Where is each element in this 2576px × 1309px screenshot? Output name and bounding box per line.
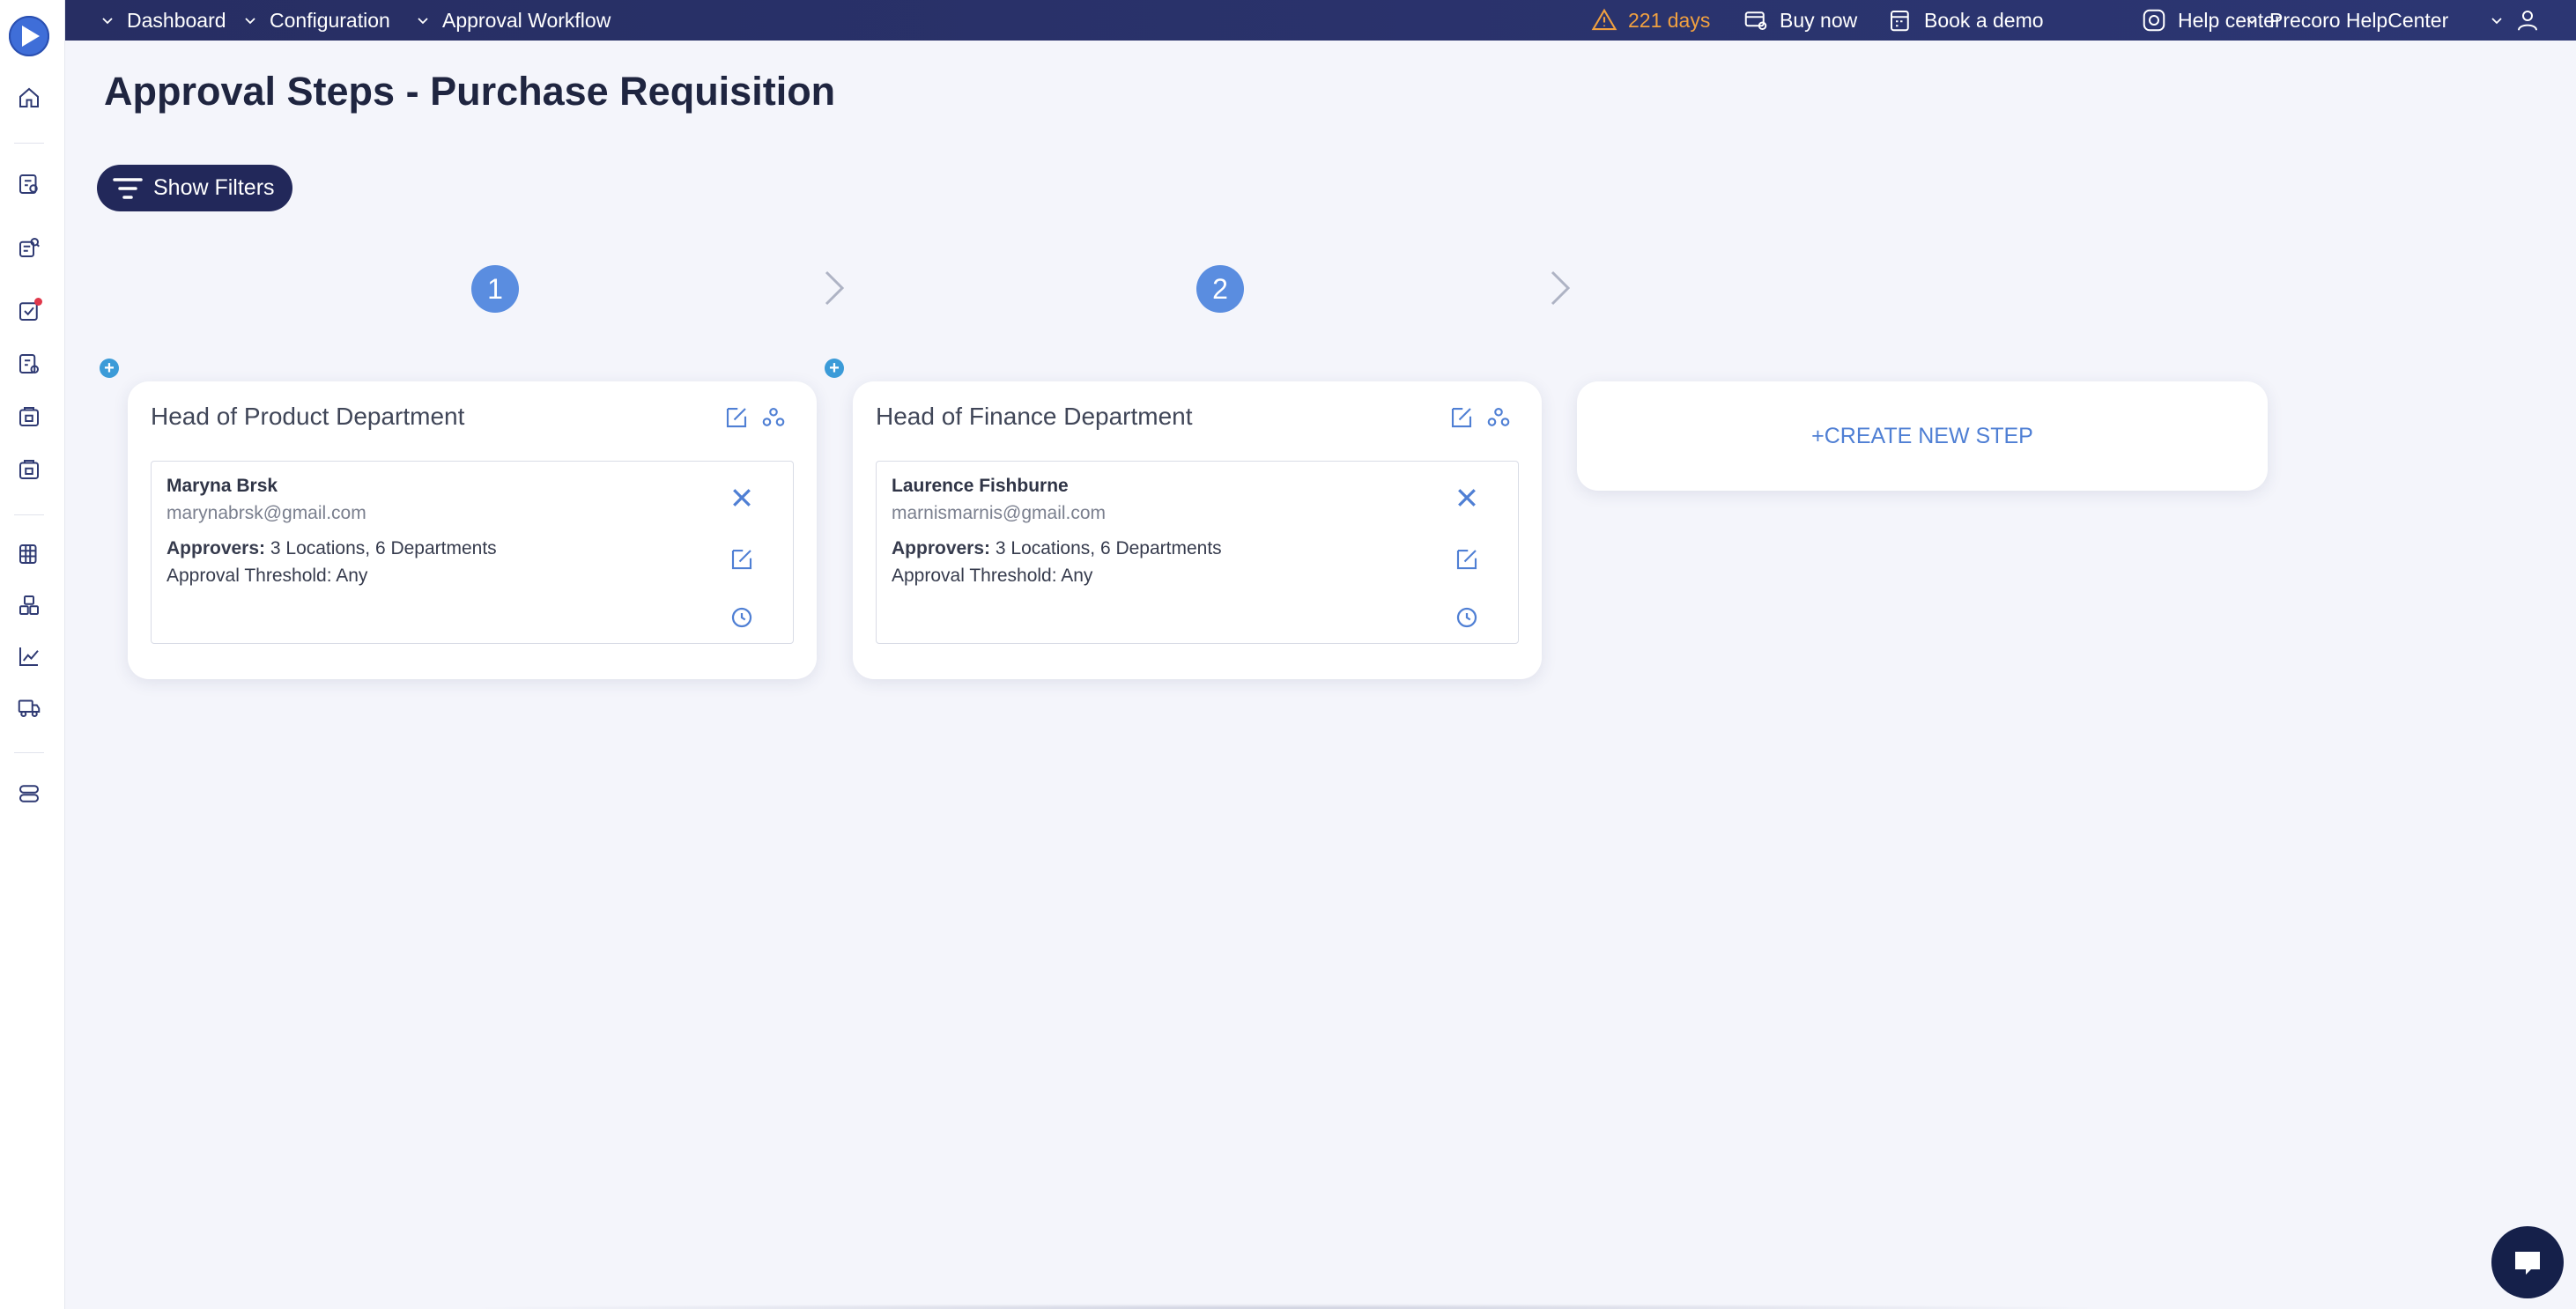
approvers-label: Approvers: <box>892 538 991 558</box>
chevron-down-icon <box>418 18 428 25</box>
settings-icon[interactable] <box>14 779 44 809</box>
add-step-before-1-button[interactable]: + <box>100 359 119 378</box>
delivery-icon[interactable] <box>14 692 44 722</box>
breadcrumb-label: Configuration <box>270 8 390 32</box>
items-icon[interactable] <box>14 590 44 620</box>
approval-icon[interactable] <box>14 296 44 326</box>
account-label: Precoro HelpCenter <box>2269 8 2449 32</box>
approver-name: Maryna Brsk <box>167 476 278 496</box>
notification-dot <box>34 298 42 306</box>
requisition-icon[interactable] <box>14 169 44 199</box>
chat-icon <box>2515 1252 2540 1275</box>
breadcrumb-label: Approval Workflow <box>442 8 611 32</box>
calendar-icon <box>1891 11 1909 32</box>
approvers-group-icon[interactable] <box>1485 404 1512 431</box>
user-icon <box>2518 11 2537 31</box>
buy-now-label: Buy now <box>1780 8 1858 32</box>
warehouse-icon[interactable] <box>14 455 44 484</box>
approvers-label: Approvers: <box>167 538 266 558</box>
chevron-right-icon <box>1551 270 1571 306</box>
step-number-2: 2 <box>1196 265 1244 313</box>
clock-icon[interactable] <box>729 604 755 631</box>
approver-name: Laurence Fishburne <box>892 476 1069 496</box>
chevron-down-icon <box>245 18 255 25</box>
breadcrumb-dashboard[interactable]: Dashboard <box>100 0 226 41</box>
approvers-scope: Approvers: 3 Locations, 6 Departments <box>892 538 1222 559</box>
logo-icon[interactable] <box>9 16 49 56</box>
lifebuoy-icon <box>2143 9 2165 32</box>
book-demo-label: Book a demo <box>1924 8 2044 32</box>
user-menu[interactable] <box>2490 0 2541 41</box>
page-title: Approval Steps - Purchase Requisition <box>104 69 836 114</box>
budget-icon[interactable] <box>14 539 44 569</box>
trial-days-text: 221 days <box>1628 8 1711 32</box>
approver-entry: Laurence Fishburne marnismarnis@gmail.co… <box>876 461 1519 644</box>
buy-icon <box>1744 11 1767 30</box>
edit-icon[interactable] <box>1448 404 1475 431</box>
filter-icon <box>113 177 143 199</box>
show-filters-button[interactable]: Show Filters <box>97 165 292 211</box>
chevron-down-icon <box>2247 18 2257 25</box>
approval-threshold: Approval Threshold: Any <box>892 566 1093 586</box>
bottom-panel-shadow <box>458 1304 2114 1309</box>
approvers-scope: Approvers: 3 Locations, 6 Departments <box>167 538 497 559</box>
top-bar: Dashboard Configuration Approval Workflo… <box>65 0 2576 41</box>
invoice-icon[interactable] <box>14 349 44 379</box>
approver-email: marnismarnis@gmail.com <box>892 503 1107 523</box>
approver-entry: Maryna Brsk marynabrsk@gmail.com Approve… <box>151 461 794 644</box>
add-step-before-2-button[interactable]: + <box>825 359 844 378</box>
step-card-2: Head of Finance Department Laurence Fish… <box>853 381 1542 679</box>
approvers-value: 3 Locations, 6 Departments <box>270 538 497 558</box>
clock-icon[interactable] <box>1454 604 1480 631</box>
book-demo-link[interactable]: Book a demo <box>1887 0 2044 41</box>
account-menu[interactable]: Precoro HelpCenter <box>2245 0 2448 41</box>
approval-threshold: Approval Threshold: Any <box>167 566 368 586</box>
approver-email: marynabrsk@gmail.com <box>167 503 366 523</box>
breadcrumb-configuration[interactable]: Configuration <box>243 0 390 41</box>
create-new-step-label: +CREATE NEW STEP <box>1811 423 2033 448</box>
warning-icon <box>1591 8 1617 31</box>
step-number-1: 1 <box>471 265 519 313</box>
edit-icon[interactable] <box>729 546 755 573</box>
supplier-icon[interactable] <box>14 233 44 263</box>
chat-support-button[interactable] <box>2491 1226 2564 1298</box>
step-title: Head of Product Department <box>151 403 465 430</box>
sidebar <box>0 0 65 1309</box>
receipt-icon[interactable] <box>14 402 44 432</box>
step-card-1: Head of Product Department Maryna Brsk m… <box>128 381 817 679</box>
close-icon[interactable] <box>729 484 755 511</box>
analytics-icon[interactable] <box>14 641 44 671</box>
show-filters-label: Show Filters <box>153 175 275 200</box>
approvers-value: 3 Locations, 6 Departments <box>995 538 1222 558</box>
chevron-down-icon <box>2491 18 2502 25</box>
trial-days-indicator[interactable]: 221 days <box>1591 0 1710 41</box>
breadcrumb-approval-workflow[interactable]: Approval Workflow <box>416 0 611 41</box>
breadcrumb-label: Dashboard <box>127 8 226 32</box>
chevron-right-icon <box>825 270 845 306</box>
create-new-step-button[interactable]: +CREATE NEW STEP <box>1577 381 2268 491</box>
home-icon[interactable] <box>14 83 44 113</box>
edit-icon[interactable] <box>1454 546 1480 573</box>
step-title: Head of Finance Department <box>876 403 1193 430</box>
close-icon[interactable] <box>1454 484 1480 511</box>
chevron-down-icon <box>102 18 113 25</box>
approvers-group-icon[interactable] <box>760 404 787 431</box>
buy-now-link[interactable]: Buy now <box>1743 0 1857 41</box>
edit-icon[interactable] <box>723 404 750 431</box>
